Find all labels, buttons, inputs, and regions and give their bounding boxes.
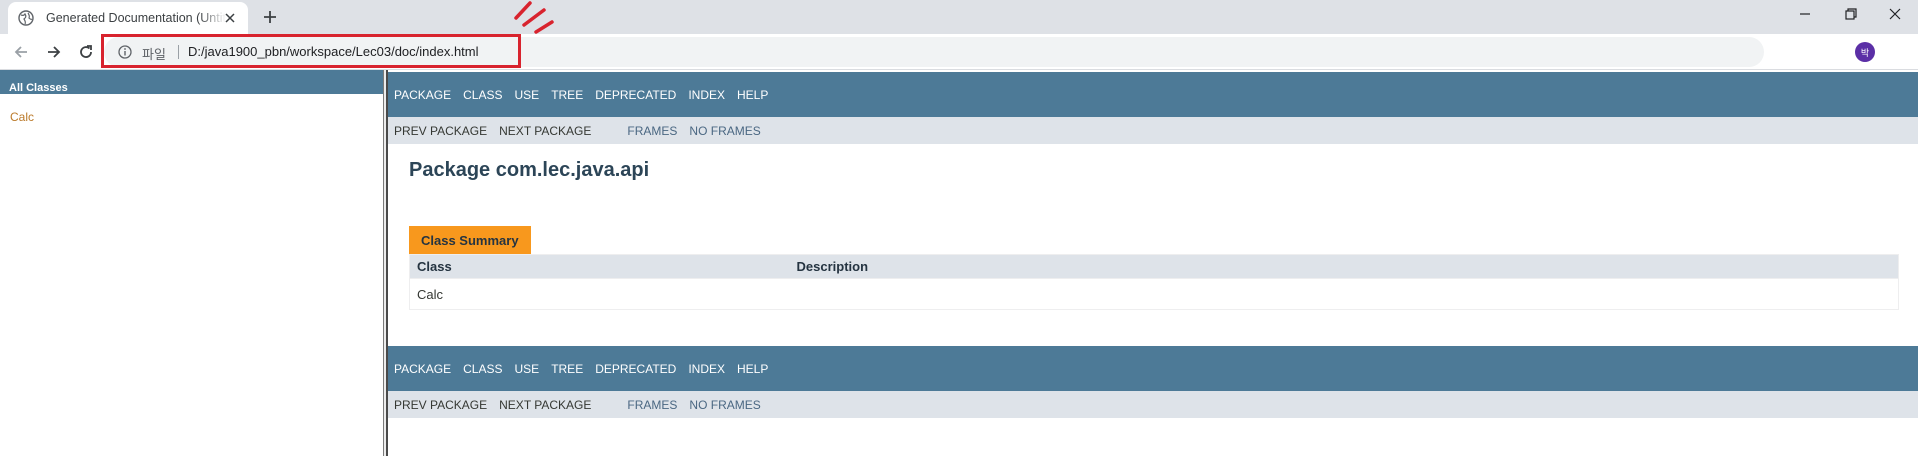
sub-nav-bar: PREV PACKAGE NEXT PACKAGE FRAMES NO FRAM… [388, 117, 1918, 144]
bottom-nav-package[interactable]: PACKAGE [394, 362, 451, 376]
minimize-icon [1800, 13, 1810, 15]
bottom-nav-index[interactable]: INDEX [688, 362, 725, 376]
address-highlight-box [101, 34, 521, 68]
close-icon [1889, 8, 1901, 20]
all-classes-header: All Classes [0, 70, 383, 94]
bottom-nav-deprecated[interactable]: DEPRECATED [595, 362, 676, 376]
table-header-row: Class Description [409, 254, 1899, 279]
all-classes-frame: All Classes Calc [0, 70, 383, 456]
class-list: Calc [0, 94, 383, 140]
nav-deprecated[interactable]: DEPRECATED [595, 88, 676, 102]
column-header-class: Class [409, 254, 790, 279]
bottom-prev-package-link[interactable]: PREV PACKAGE [394, 398, 487, 412]
bottom-nav-bar: PACKAGE CLASS USE TREE DEPRECATED INDEX … [388, 346, 1918, 391]
class-link-calc[interactable]: Calc [10, 110, 34, 124]
restore-button[interactable] [1828, 0, 1874, 28]
summary-caption: Class Summary [409, 226, 531, 254]
profile-avatar[interactable]: 박 [1855, 42, 1875, 62]
no-frames-link[interactable]: NO FRAMES [689, 124, 760, 138]
back-button[interactable] [10, 41, 32, 63]
arrow-left-icon [14, 46, 27, 58]
bottom-frames-link[interactable]: FRAMES [627, 398, 677, 412]
arrow-right-icon [48, 46, 61, 58]
restore-icon [1845, 8, 1857, 20]
nav-help[interactable]: HELP [737, 88, 768, 102]
globe-icon [18, 10, 34, 26]
reload-button[interactable] [75, 41, 97, 63]
class-summary: Class Summary Class Description Calc [409, 226, 1899, 310]
table-row: Calc [409, 278, 1899, 310]
next-package-link[interactable]: NEXT PACKAGE [499, 124, 591, 138]
close-window-button[interactable] [1872, 0, 1918, 28]
column-header-description: Description [789, 254, 1899, 279]
nav-tree[interactable]: TREE [551, 88, 583, 102]
bottom-nav-tree[interactable]: TREE [551, 362, 583, 376]
table-cell-description [789, 278, 1899, 310]
browser-tab[interactable]: Generated Documentation (Untitled) [8, 2, 248, 34]
bottom-sub-nav-bar: PREV PACKAGE NEXT PACKAGE FRAMES NO FRAM… [388, 391, 1918, 418]
top-nav-bar: PACKAGE CLASS USE TREE DEPRECATED INDEX … [388, 72, 1918, 117]
all-classes-title: All Classes [9, 82, 68, 94]
prev-package-link[interactable]: PREV PACKAGE [394, 124, 487, 138]
minimize-button[interactable] [1782, 0, 1828, 28]
bottom-nav-help[interactable]: HELP [737, 362, 768, 376]
nav-class[interactable]: CLASS [463, 88, 502, 102]
reload-icon [80, 45, 92, 58]
table-cell-class[interactable]: Calc [409, 278, 790, 310]
bottom-nav-use[interactable]: USE [515, 362, 540, 376]
page-title: Package com.lec.java.api [409, 159, 650, 181]
tab-strip: Generated Documentation (Untitled) [0, 0, 1918, 34]
summary-table: Class Description Calc [409, 254, 1899, 310]
class-name-calc[interactable]: Calc [417, 287, 443, 302]
close-tab-icon[interactable] [222, 10, 238, 26]
forward-button[interactable] [43, 41, 65, 63]
nav-use[interactable]: USE [515, 88, 540, 102]
frames-link[interactable]: FRAMES [627, 124, 677, 138]
bottom-no-frames-link[interactable]: NO FRAMES [689, 398, 760, 412]
nav-package[interactable]: PACKAGE [394, 88, 451, 102]
tab-title: Generated Documentation (Untitled) [46, 11, 226, 25]
bottom-nav: PACKAGE CLASS USE TREE DEPRECATED INDEX … [388, 346, 1918, 418]
bottom-nav-class[interactable]: CLASS [463, 362, 502, 376]
content-frame: PACKAGE CLASS USE TREE DEPRECATED INDEX … [388, 70, 1918, 456]
emphasis-marks-icon [514, 1, 554, 34]
bottom-next-package-link[interactable]: NEXT PACKAGE [499, 398, 591, 412]
nav-index[interactable]: INDEX [688, 88, 725, 102]
new-tab-icon[interactable] [260, 7, 280, 27]
